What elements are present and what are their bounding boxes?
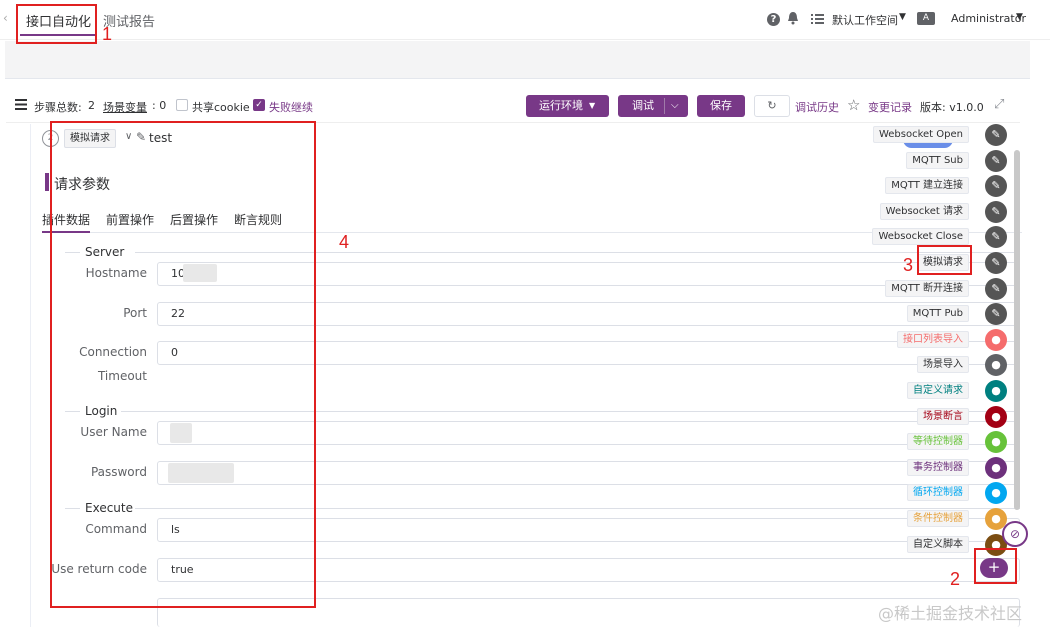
component-add-icon[interactable]: ● <box>985 457 1007 479</box>
page-header-band <box>5 41 1030 79</box>
component-add-icon[interactable]: ✎ <box>985 124 1007 146</box>
component-label[interactable]: MQTT 断开连接 <box>885 280 969 297</box>
component-label[interactable]: 自定义脚本 <box>907 536 969 553</box>
bell-icon[interactable] <box>787 11 799 25</box>
star-icon[interactable]: ☆ <box>847 96 860 114</box>
component-label[interactable]: Websocket 请求 <box>879 203 969 220</box>
component-label[interactable]: MQTT 建立连接 <box>885 177 969 194</box>
scrollbar[interactable] <box>1014 150 1020 510</box>
back-glyph-icon: ‹ <box>3 11 8 25</box>
debug-chevron-icon[interactable]: ⌵ <box>671 95 679 117</box>
component-add-icon[interactable]: ✎ <box>985 201 1007 223</box>
user-menu[interactable]: Administrator <box>951 12 1026 25</box>
fail-continue-label: 失败继续 <box>269 101 313 114</box>
run-environment-label: 运行环境 <box>539 99 583 112</box>
component-label[interactable]: MQTT Sub <box>906 152 969 169</box>
component-add-icon[interactable]: ● <box>985 380 1007 402</box>
change-record-link[interactable]: 变更记录 <box>868 99 912 115</box>
annotation-box-3 <box>917 245 972 275</box>
step-total-value: 2 <box>88 99 95 112</box>
watermark: @稀土掘金技术社区 <box>878 604 1023 623</box>
component-add-icon[interactable]: ● <box>985 329 1007 351</box>
annotation-number-2: 2 <box>950 569 961 589</box>
version-label: 版本: v1.0.0 <box>920 101 984 114</box>
component-add-icon[interactable]: ✎ <box>985 252 1007 274</box>
scenario-toolbar: 步骤总数: 2 场景变量 : 0 共享cookie ✓ 失败继续 运行环境 ▼ … <box>6 89 1020 123</box>
debug-history-link[interactable]: 调试历史 <box>795 99 839 115</box>
component-label[interactable]: 循环控制器 <box>907 484 969 501</box>
top-nav-bar: ‹ 接口自动化 测试报告 ? 默认工作空间 ▼ A Administrator … <box>0 0 1050 40</box>
annotation-number-4: 4 <box>339 232 350 252</box>
component-label[interactable]: 等待控制器 <box>907 433 969 450</box>
annotation-box-2 <box>974 548 1017 584</box>
component-add-icon[interactable]: ● <box>985 482 1007 504</box>
debug-split-divider <box>664 98 665 114</box>
refresh-icon[interactable]: ↻ <box>754 95 790 117</box>
workspace-selector[interactable]: 默认工作空间 <box>832 12 898 28</box>
component-add-icon[interactable]: ✎ <box>985 278 1007 300</box>
share-cookie-checkbox[interactable] <box>176 99 188 111</box>
component-add-icon[interactable]: ✎ <box>985 303 1007 325</box>
component-label[interactable]: 场景断言 <box>917 408 969 425</box>
language-icon[interactable]: A <box>917 12 935 25</box>
component-add-icon[interactable]: ● <box>985 406 1007 428</box>
component-label[interactable]: 条件控制器 <box>907 510 969 527</box>
run-env-chevron-icon: ▼ <box>589 101 596 110</box>
scene-variables-count: : 0 <box>152 99 167 112</box>
component-label[interactable]: MQTT Pub <box>906 305 969 322</box>
component-add-icon[interactable]: ● <box>985 354 1007 376</box>
annotation-number-1: 1 <box>102 24 113 44</box>
menu-icon[interactable] <box>15 99 27 110</box>
save-button[interactable]: 保存 <box>697 95 745 117</box>
component-add-icon[interactable]: ✎ <box>985 226 1007 248</box>
component-label[interactable]: Websocket Open <box>872 126 969 143</box>
fail-continue-checkbox[interactable]: ✓ <box>253 99 265 111</box>
question-icon[interactable]: ? <box>767 13 780 26</box>
user-chevron-icon[interactable]: ▼ <box>1016 12 1023 22</box>
component-label[interactable]: 接口列表导入 <box>897 331 969 348</box>
component-label[interactable]: 自定义请求 <box>907 382 969 399</box>
chevron-down-icon[interactable]: ▼ <box>899 12 906 22</box>
hide-components-icon[interactable]: ⊘ <box>1002 521 1028 547</box>
scene-variables-link[interactable]: 场景变量 <box>103 99 147 115</box>
run-environment-button[interactable]: 运行环境 ▼ <box>526 95 609 117</box>
annotation-box-1 <box>16 4 97 44</box>
debug-label: 调试 <box>632 99 654 112</box>
debug-button[interactable]: 调试 ⌵ <box>618 95 688 117</box>
component-add-icon[interactable]: ✎ <box>985 150 1007 172</box>
component-add-icon[interactable]: ✎ <box>985 175 1007 197</box>
component-add-icon[interactable]: ● <box>985 431 1007 453</box>
annotation-box-4 <box>50 121 316 608</box>
component-label[interactable]: 事务控制器 <box>907 459 969 476</box>
component-label[interactable]: Websocket Close <box>872 228 969 245</box>
share-cookie-label: 共享cookie <box>192 101 250 114</box>
component-label[interactable]: 场景导入 <box>917 356 969 373</box>
section-accent-bar <box>45 173 49 191</box>
annotation-number-3: 3 <box>903 255 914 275</box>
workspace-list-icon <box>811 13 824 25</box>
fullscreen-icon[interactable]: ⤢ <box>994 97 1004 112</box>
step-total-label: 步骤总数: <box>34 101 82 114</box>
